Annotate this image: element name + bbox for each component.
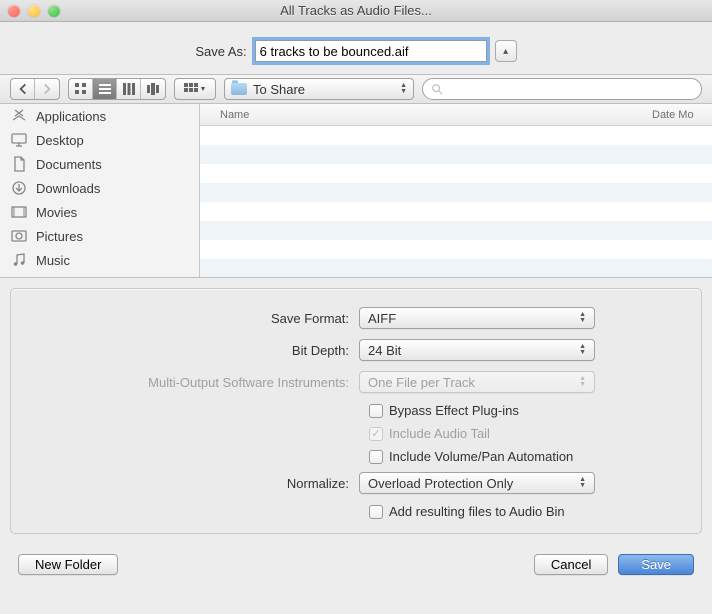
folder-icon: [231, 83, 247, 95]
nav-back-forward: [10, 78, 60, 100]
window-title: All Tracks as Audio Files...: [0, 3, 712, 18]
desktop-icon: [10, 132, 28, 148]
sidebar-item-label: Downloads: [36, 181, 100, 196]
location-label: To Share: [253, 82, 305, 97]
file-row: [200, 221, 712, 240]
save-as-row: Save As: ▴: [0, 22, 712, 74]
file-browser: Applications Desktop Documents Downloads…: [0, 104, 712, 278]
save-button[interactable]: Save: [618, 554, 694, 575]
file-row: [200, 240, 712, 259]
view-icons-button[interactable]: [69, 79, 93, 99]
add-to-bin-label: Add resulting files to Audio Bin: [389, 504, 565, 519]
multi-output-value: One File per Track: [368, 375, 475, 390]
updown-icon: ▲▼: [400, 83, 407, 95]
include-tail-label: Include Audio Tail: [389, 426, 490, 441]
bit-depth-value: 24 Bit: [368, 343, 401, 358]
file-row: [200, 259, 712, 277]
view-mode-group: [68, 78, 166, 100]
sidebar-item-movies[interactable]: Movies: [0, 200, 199, 224]
multi-output-label: Multi-Output Software Instruments:: [29, 375, 359, 390]
include-tail-checkbox: ✓: [369, 427, 383, 441]
documents-icon: [10, 156, 28, 172]
titlebar: All Tracks as Audio Files...: [0, 0, 712, 22]
pictures-icon: [10, 228, 28, 244]
arrange-menu-button[interactable]: ▼: [174, 78, 216, 100]
file-row: [200, 164, 712, 183]
file-list-header: Name Date Mo: [200, 104, 712, 126]
sidebar-item-documents[interactable]: Documents: [0, 152, 199, 176]
location-popup[interactable]: To Share ▲▼: [224, 78, 414, 100]
file-row: [200, 145, 712, 164]
column-date-header[interactable]: Date Mo: [652, 109, 712, 121]
cancel-button[interactable]: Cancel: [534, 554, 608, 575]
view-columns-button[interactable]: [117, 79, 141, 99]
save-format-label: Save Format:: [29, 311, 359, 326]
sidebar-item-music[interactable]: Music: [0, 248, 199, 272]
sidebar-item-label: Movies: [36, 205, 77, 220]
sidebar-item-desktop[interactable]: Desktop: [0, 128, 199, 152]
file-row: [200, 126, 712, 145]
search-icon: [431, 83, 443, 95]
applications-icon: [10, 108, 28, 124]
options-panel: Save Format: AIFF ▲▼ Bit Depth: 24 Bit ▲…: [10, 288, 702, 534]
view-list-button[interactable]: [93, 79, 117, 99]
updown-icon: ▲▼: [579, 477, 586, 489]
sidebar-item-applications[interactable]: Applications: [0, 104, 199, 128]
search-input[interactable]: [447, 82, 693, 96]
sidebar-item-label: Applications: [36, 109, 106, 124]
sidebar-item-downloads[interactable]: Downloads: [0, 176, 199, 200]
sidebar-item-label: Music: [36, 253, 70, 268]
column-name-header[interactable]: Name: [200, 109, 652, 121]
bit-depth-popup[interactable]: 24 Bit ▲▼: [359, 339, 595, 361]
new-folder-button[interactable]: New Folder: [18, 554, 118, 575]
sidebar-item-pictures[interactable]: Pictures: [0, 224, 199, 248]
file-row: [200, 202, 712, 221]
updown-icon: ▲▼: [579, 312, 586, 324]
file-rows: [200, 126, 712, 277]
save-format-value: AIFF: [368, 311, 396, 326]
downloads-icon: [10, 180, 28, 196]
bypass-fx-label: Bypass Effect Plug-ins: [389, 403, 519, 418]
updown-icon: ▲▼: [579, 376, 586, 388]
sidebar-item-label: Desktop: [36, 133, 84, 148]
nav-back-button[interactable]: [11, 79, 35, 99]
multi-output-popup: One File per Track ▲▼: [359, 371, 595, 393]
nav-forward-button[interactable]: [35, 79, 59, 99]
sidebar: Applications Desktop Documents Downloads…: [0, 104, 200, 277]
bypass-fx-checkbox[interactable]: [369, 404, 383, 418]
search-field[interactable]: [422, 78, 702, 100]
normalize-popup[interactable]: Overload Protection Only ▲▼: [359, 472, 595, 494]
movies-icon: [10, 204, 28, 220]
file-list-area: Name Date Mo: [200, 104, 712, 277]
updown-icon: ▲▼: [579, 344, 586, 356]
sidebar-item-label: Documents: [36, 157, 102, 172]
add-to-bin-checkbox[interactable]: [369, 505, 383, 519]
music-icon: [10, 252, 28, 268]
view-coverflow-button[interactable]: [141, 79, 165, 99]
save-format-popup[interactable]: AIFF ▲▼: [359, 307, 595, 329]
bottom-bar: New Folder Cancel Save: [0, 544, 712, 585]
normalize-label: Normalize:: [29, 476, 359, 491]
include-vol-pan-checkbox[interactable]: [369, 450, 383, 464]
normalize-value: Overload Protection Only: [368, 476, 513, 491]
save-as-label: Save As:: [195, 44, 246, 59]
file-row: [200, 183, 712, 202]
bit-depth-label: Bit Depth:: [29, 343, 359, 358]
sidebar-item-label: Pictures: [36, 229, 83, 244]
browser-toolbar: ▼ To Share ▲▼: [0, 74, 712, 104]
save-as-input[interactable]: [255, 40, 487, 62]
expand-collapse-button[interactable]: ▴: [495, 40, 517, 62]
include-vol-pan-label: Include Volume/Pan Automation: [389, 449, 573, 464]
